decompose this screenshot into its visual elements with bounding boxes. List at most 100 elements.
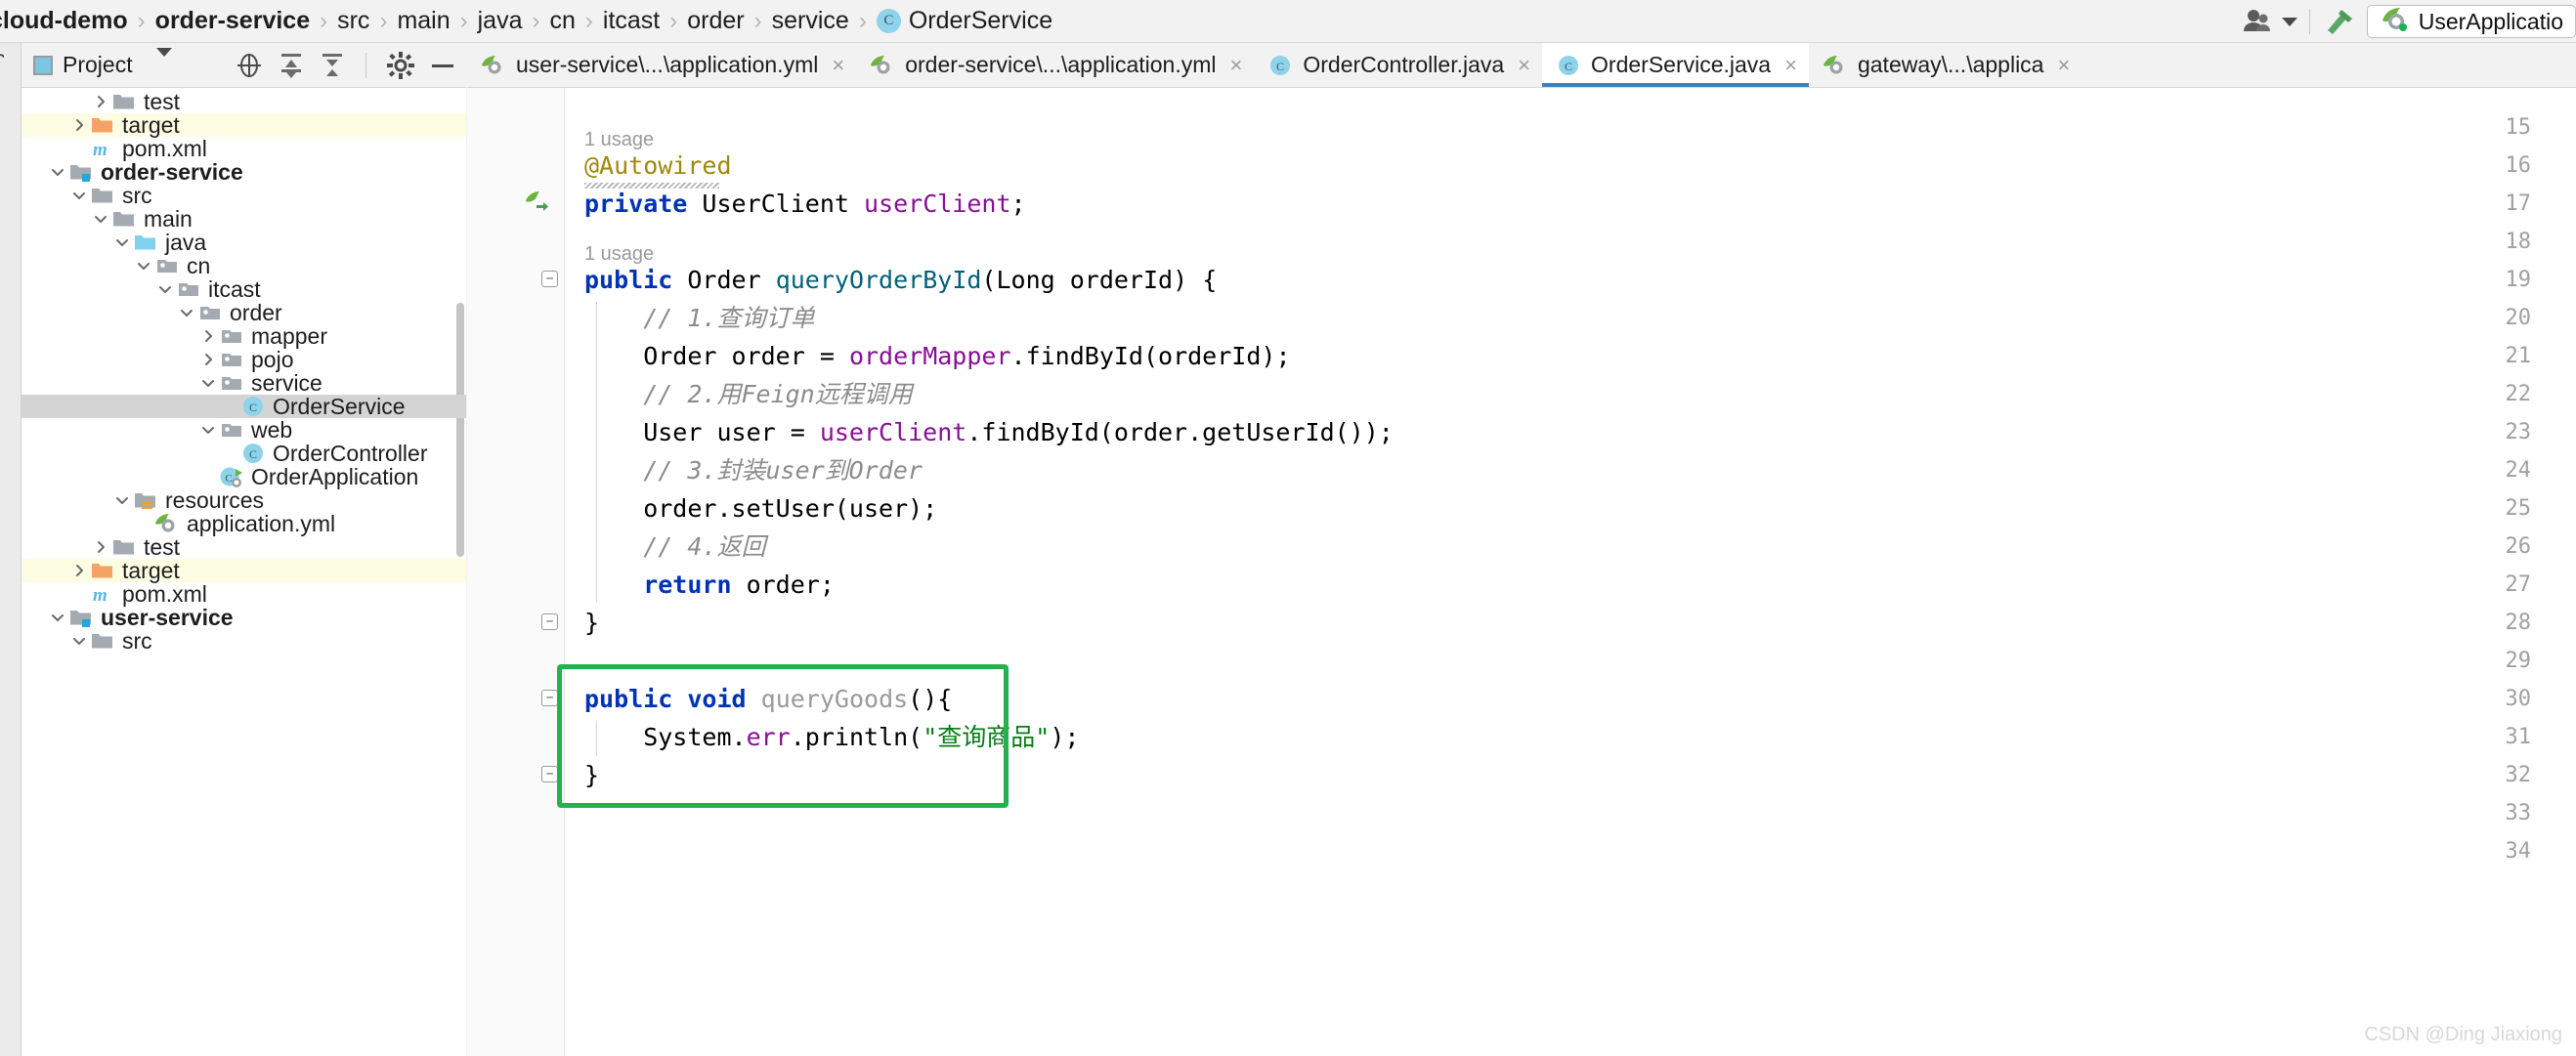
chevron-down-icon[interactable] bbox=[176, 302, 197, 323]
tree-node-main[interactable]: main bbox=[21, 207, 466, 231]
breadcrumb-item-order-service[interactable]: order-service bbox=[152, 7, 313, 35]
tree-node-target[interactable]: target bbox=[21, 113, 466, 137]
editor-tab-order-service-application-yml[interactable]: order-service\...\application.yml × bbox=[856, 43, 1254, 87]
chevron-down-icon[interactable] bbox=[2281, 17, 2297, 26]
chevron-down-icon[interactable] bbox=[47, 161, 68, 183]
chevron-down-icon[interactable] bbox=[90, 208, 111, 230]
chevron-right-icon[interactable] bbox=[197, 325, 219, 347]
editor-tab-user-service-application-yml[interactable]: user-service\...\application.yml × bbox=[467, 43, 856, 87]
run-configuration-selector[interactable]: UserApplicatio bbox=[2366, 5, 2576, 38]
close-icon[interactable]: × bbox=[832, 53, 844, 78]
tree-node-order[interactable]: order bbox=[21, 301, 466, 324]
usage-hint[interactable]: 1 usage bbox=[584, 127, 654, 152]
editor-tab-gateway-applica[interactable]: gateway\...\applica × bbox=[1809, 43, 2082, 87]
breadcrumb-item-itcast[interactable]: itcast bbox=[600, 7, 663, 35]
tree-node-test[interactable]: test bbox=[21, 535, 466, 559]
chevron-down-icon[interactable] bbox=[197, 419, 219, 441]
hide-minimize-icon[interactable] bbox=[429, 52, 456, 79]
locate-icon[interactable] bbox=[235, 51, 264, 80]
code-fold-toggle[interactable]: − bbox=[541, 690, 558, 706]
tree-node-application-yml[interactable]: application.yml bbox=[21, 512, 466, 535]
close-icon[interactable]: × bbox=[1230, 53, 1243, 78]
code-text[interactable]: 1 usage 1 usage @Autowired private UserClie… bbox=[565, 88, 2576, 1056]
chevron-right-icon[interactable] bbox=[90, 536, 111, 558]
chevron-down-icon[interactable] bbox=[154, 278, 176, 300]
editor-tab-label: OrderService.java bbox=[1591, 52, 1772, 77]
tree-node-service[interactable]: service bbox=[21, 371, 466, 395]
chevron-down-icon[interactable] bbox=[111, 489, 133, 511]
editor-area: user-service\...\application.yml × order-s… bbox=[467, 43, 2576, 1056]
chevron-down-icon[interactable] bbox=[155, 47, 172, 74]
left-strip-project-label[interactable]: Project bbox=[0, 0, 6, 86]
chevron-down-icon[interactable] bbox=[197, 372, 219, 394]
tree-node-pom-xml[interactable]: m pom.xml bbox=[21, 582, 466, 606]
build-hammer-icon[interactable] bbox=[2322, 5, 2359, 38]
tree-node-orderapplication[interactable]: C OrderApplication bbox=[21, 465, 466, 488]
account-icon[interactable] bbox=[2241, 7, 2280, 36]
tree-node-label: target bbox=[122, 558, 180, 583]
chevron-down-icon[interactable] bbox=[133, 255, 154, 276]
tree-node-java[interactable]: java bbox=[21, 231, 466, 254]
code-fold-toggle[interactable]: − bbox=[541, 271, 558, 287]
project-tree[interactable]: test target m pom.xml order-service src main ja… bbox=[21, 88, 466, 1056]
collapse-all-icon[interactable] bbox=[319, 51, 346, 80]
tree-node-web[interactable]: web bbox=[21, 418, 466, 442]
chevron-down-icon[interactable] bbox=[68, 630, 90, 652]
code-token: // 1.查询订单 bbox=[584, 304, 815, 332]
code-fold-toggle[interactable]: − bbox=[541, 766, 558, 782]
spring-yml-icon bbox=[1823, 54, 1848, 77]
code-token: order; bbox=[731, 570, 835, 599]
tree-node-order-service[interactable]: order-service bbox=[21, 160, 466, 184]
tree-node-target[interactable]: target bbox=[21, 559, 466, 582]
close-icon[interactable]: × bbox=[2057, 53, 2070, 78]
chevron-down-icon[interactable] bbox=[47, 607, 68, 628]
package-gray-icon bbox=[176, 277, 201, 301]
folder-resources-icon bbox=[133, 488, 158, 512]
code-token: .findById(orderId); bbox=[1010, 342, 1291, 370]
chevron-right-icon[interactable] bbox=[68, 114, 90, 136]
breadcrumb-item-cloud-demo[interactable]: cloud-demo bbox=[0, 7, 131, 35]
breadcrumb-item-cn[interactable]: cn bbox=[547, 7, 579, 35]
chevron-down-icon[interactable] bbox=[68, 185, 90, 206]
editor-gutter[interactable] bbox=[467, 88, 565, 1056]
breadcrumb-item-order[interactable]: order bbox=[684, 7, 747, 35]
package-gray-icon bbox=[197, 301, 223, 324]
tree-node-orderservice[interactable]: C OrderService bbox=[21, 395, 466, 418]
chevron-right-icon[interactable] bbox=[197, 349, 219, 370]
expand-all-icon[interactable] bbox=[278, 51, 305, 80]
ide-window: cloud-demo › order-service › src › main › java › c… bbox=[0, 0, 2576, 1056]
editor-tab-ordercontroller-java[interactable]: C OrderController.java × bbox=[1254, 43, 1542, 87]
code-fold-toggle[interactable]: − bbox=[541, 613, 558, 630]
breadcrumb-item-service[interactable]: service bbox=[769, 7, 852, 35]
tree-node-mapper[interactable]: mapper bbox=[21, 324, 466, 348]
tree-node-resources[interactable]: resources bbox=[21, 488, 466, 512]
tree-node-src[interactable]: src bbox=[21, 184, 466, 207]
bean-autowired-icon[interactable] bbox=[524, 190, 549, 215]
tree-node-pom-xml[interactable]: m pom.xml bbox=[21, 137, 466, 160]
usage-hint[interactable]: 1 usage bbox=[584, 241, 654, 267]
breadcrumb-item-src[interactable]: src bbox=[334, 7, 372, 35]
tree-node-cn[interactable]: cn bbox=[21, 254, 466, 277]
code-editor[interactable]: 15 16 17 18 19 20 21 22 23 24 25 26 27 28 29 30 31 32 33 34… bbox=[467, 88, 2576, 1056]
class-blue-icon: C bbox=[1556, 54, 1581, 77]
tree-node-itcast[interactable]: itcast bbox=[21, 277, 466, 301]
settings-gear-icon[interactable] bbox=[386, 51, 415, 80]
tree-node-ordercontroller[interactable]: C OrderController bbox=[21, 442, 466, 465]
tree-node-test[interactable]: test bbox=[21, 90, 466, 113]
chevron-right-icon[interactable] bbox=[90, 91, 111, 112]
breadcrumb-separator: › bbox=[379, 7, 388, 34]
tree-node-label: target bbox=[122, 112, 180, 138]
close-icon[interactable]: × bbox=[1784, 53, 1797, 78]
breadcrumb-item-label: cloud-demo bbox=[0, 7, 128, 34]
breadcrumb-item-orderservice[interactable]: C OrderService bbox=[874, 7, 1055, 35]
chevron-right-icon[interactable] bbox=[68, 560, 90, 581]
close-icon[interactable]: × bbox=[1518, 53, 1530, 78]
tree-node-user-service[interactable]: user-service bbox=[21, 606, 466, 629]
breadcrumb-item-java[interactable]: java bbox=[475, 7, 526, 35]
tree-node-src[interactable]: src bbox=[21, 629, 466, 653]
tree-node-label: web bbox=[251, 417, 293, 443]
breadcrumb-item-main[interactable]: main bbox=[394, 7, 452, 35]
tree-node-pojo[interactable]: pojo bbox=[21, 348, 466, 371]
editor-tab-orderservice-java[interactable]: C OrderService.java × bbox=[1542, 43, 1809, 87]
chevron-down-icon[interactable] bbox=[111, 232, 133, 253]
